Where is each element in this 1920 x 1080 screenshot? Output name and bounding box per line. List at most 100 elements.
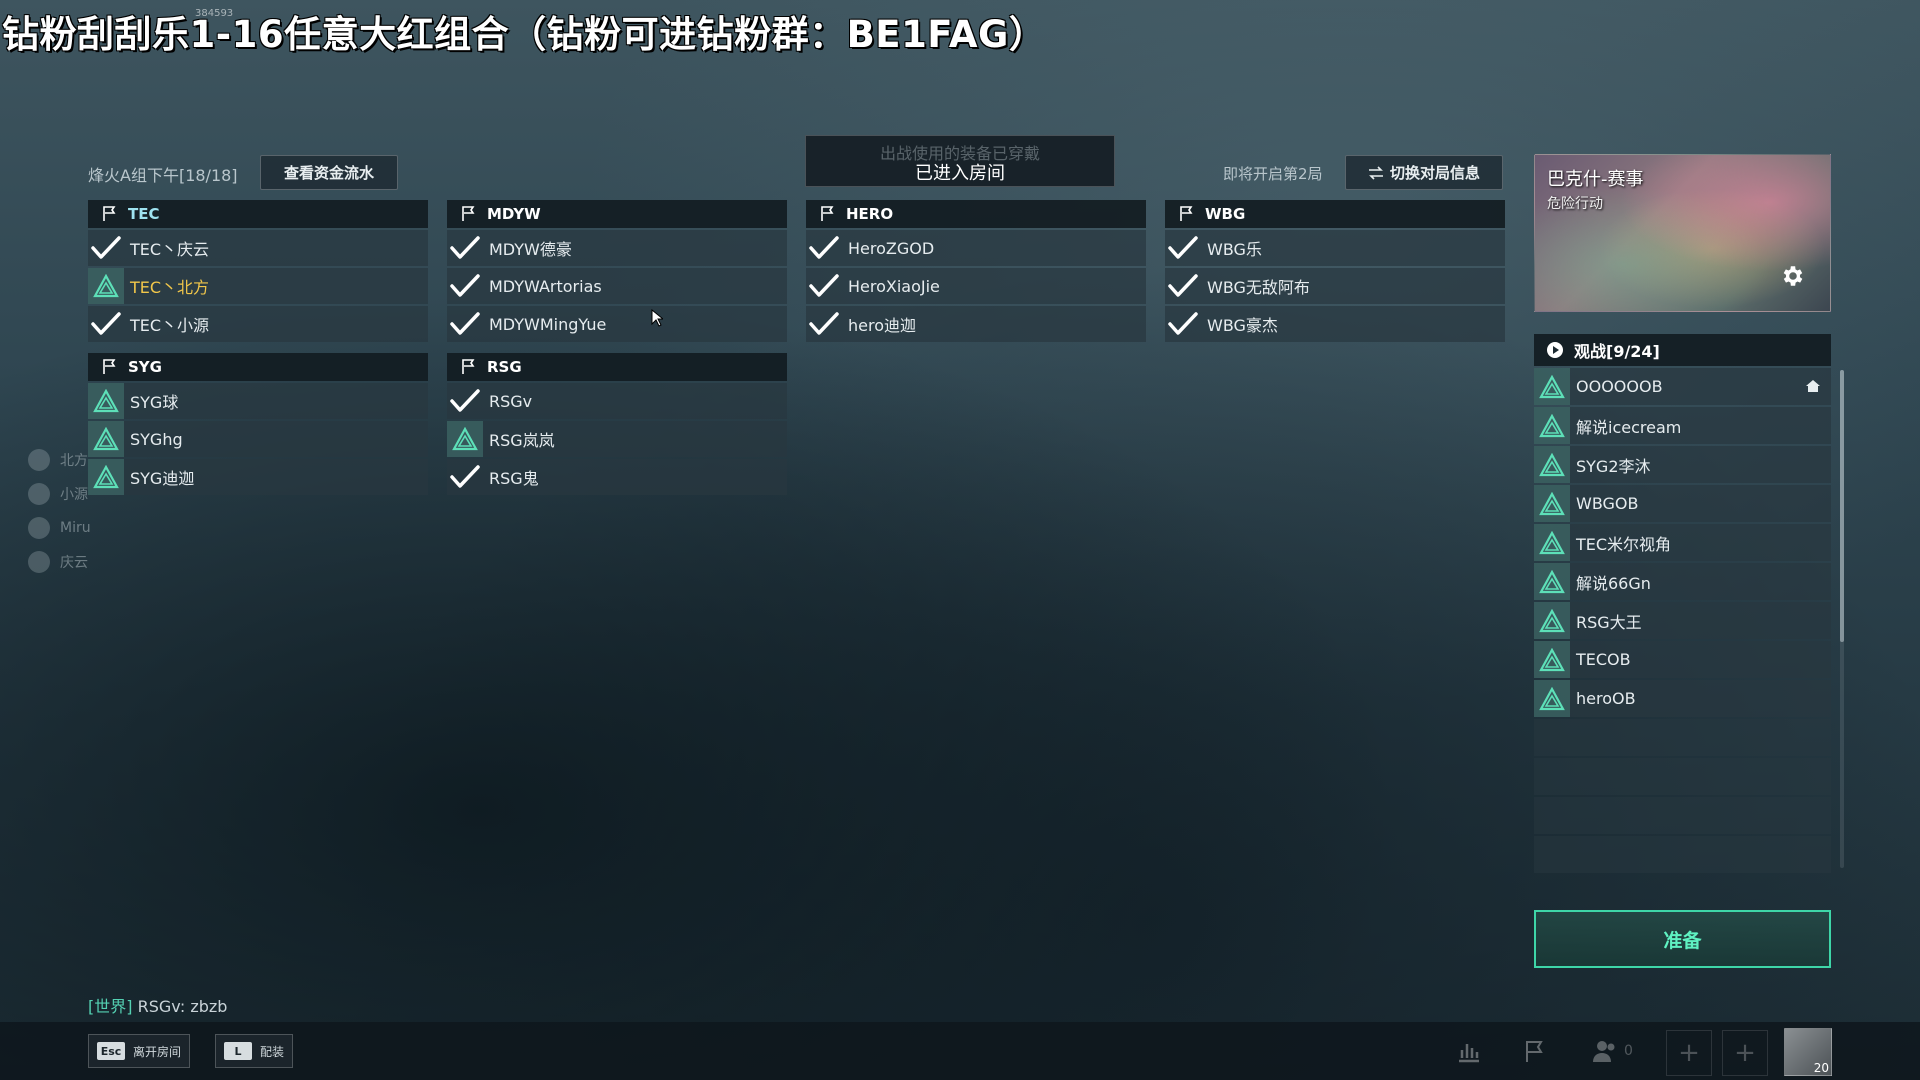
- player-name: MDYWArtorias: [489, 276, 602, 296]
- stats-icon[interactable]: [1456, 1038, 1482, 1064]
- leave-room-button[interactable]: Esc 离开房间: [88, 1034, 191, 1068]
- spectator-row[interactable]: TECOB: [1534, 641, 1831, 678]
- spectator-rank: [1534, 563, 1570, 600]
- spectator-name: heroOB: [1576, 689, 1636, 708]
- player-name: TEC丶小源: [130, 316, 210, 335]
- voice-avatar: [28, 449, 50, 471]
- player-name: HeroZGOD: [848, 238, 935, 258]
- ready-status: [1165, 306, 1201, 342]
- chat-channel: [世界]: [88, 997, 133, 1016]
- loadout-button[interactable]: L 配装: [215, 1034, 294, 1068]
- team-flag-icon: [462, 359, 475, 374]
- spectator-rank: [1534, 485, 1570, 522]
- player-row[interactable]: WBG乐: [1165, 230, 1505, 266]
- esc-keycap: Esc: [97, 1042, 125, 1060]
- flag-icon[interactable]: [1522, 1038, 1548, 1064]
- check-icon: [809, 274, 839, 297]
- friends-icon: [1593, 1041, 1615, 1062]
- triangle-rank-icon: [93, 389, 119, 413]
- team-name: WBG: [1205, 205, 1246, 223]
- spectator-row[interactable]: TEC米尔视角: [1534, 524, 1831, 561]
- player-row[interactable]: RSG鬼: [447, 459, 787, 495]
- voice-avatar: [28, 517, 50, 539]
- player-name: WBG豪杰: [1207, 316, 1278, 335]
- player-row[interactable]: SYG球: [88, 383, 428, 419]
- voice-chat-list: 北方 小源 Miru 庆云: [28, 443, 91, 579]
- player-row[interactable]: HeroXiaoJie: [806, 268, 1146, 304]
- spectator-row[interactable]: 解说icecream: [1534, 407, 1831, 444]
- spectator-row[interactable]: RSG大王: [1534, 602, 1831, 639]
- spectator-row[interactable]: OOOOOOB: [1534, 368, 1831, 405]
- avatar[interactable]: 20: [1784, 1028, 1832, 1076]
- ready-status: [88, 230, 124, 266]
- player-row[interactable]: hero迪迦: [806, 306, 1146, 342]
- team-name: RSG: [487, 358, 522, 376]
- player-row[interactable]: HeroZGOD: [806, 230, 1146, 266]
- check-icon: [450, 312, 480, 335]
- player-row[interactable]: SYGhg: [88, 421, 428, 457]
- spectator-row[interactable]: WBGOB: [1534, 485, 1831, 522]
- player-row[interactable]: RSG岚岚: [447, 421, 787, 457]
- not-ready-status: [88, 383, 124, 419]
- team-name: HERO: [846, 205, 894, 223]
- player-name: RSGv: [489, 391, 533, 411]
- player-row[interactable]: RSGv: [447, 383, 787, 419]
- map-card: 巴克什-赛事 危险行动: [1534, 154, 1831, 312]
- team-name: SYG: [128, 358, 162, 376]
- view-funds-button[interactable]: 查看资金流水: [260, 155, 398, 190]
- voice-member: 庆云: [28, 545, 91, 579]
- triangle-rank-icon: [1539, 569, 1565, 593]
- player-row[interactable]: WBG无敌阿布: [1165, 268, 1505, 304]
- triangle-rank-icon: [93, 274, 119, 298]
- team-header: WBG: [1165, 200, 1505, 228]
- triangle-rank-icon: [93, 427, 119, 451]
- friends-indicator[interactable]: 0: [1592, 1038, 1633, 1064]
- player-row[interactable]: TEC丶小源: [88, 306, 428, 342]
- team-panel-rsg: RSG RSGv RSG岚岚 RSG鬼: [447, 353, 787, 497]
- player-level: 20: [1813, 1061, 1829, 1075]
- player-row[interactable]: MDYWMingYue: [447, 306, 787, 342]
- triangle-rank-icon: [1539, 374, 1565, 398]
- check-icon: [450, 274, 480, 297]
- check-icon: [91, 236, 121, 259]
- map-mode: 危险行动: [1547, 196, 1603, 212]
- chat-text: RSGv: zbzb: [137, 997, 228, 1016]
- spectator-name: SYG2李沐: [1576, 456, 1651, 476]
- room-name: 烽火A组下午[18/18]: [88, 166, 238, 185]
- spectator-row[interactable]: SYG2李沐: [1534, 446, 1831, 483]
- switch-match-info-button[interactable]: 切换对局信息: [1345, 155, 1503, 190]
- player-row[interactable]: MDYWArtorias: [447, 268, 787, 304]
- spectator-empty-slot: [1534, 719, 1831, 756]
- spectator-empty-slot: [1534, 758, 1831, 795]
- spectator-header: 观战[9/24]: [1534, 334, 1831, 366]
- player-row[interactable]: SYG迪迦: [88, 459, 428, 495]
- player-name: MDYWMingYue: [489, 314, 607, 334]
- player-name: WBG乐: [1207, 240, 1262, 259]
- ready-status: [88, 306, 124, 342]
- add-slot-button[interactable]: +: [1666, 1030, 1712, 1076]
- ready-button[interactable]: 准备: [1534, 910, 1831, 968]
- leave-room-label: 离开房间: [133, 1044, 182, 1059]
- player-row[interactable]: TEC丶庆云: [88, 230, 428, 266]
- spectator-rank: [1534, 641, 1570, 678]
- player-row[interactable]: TEC丶北方: [88, 268, 428, 304]
- gear-icon[interactable]: [1780, 263, 1806, 289]
- team-header: TEC: [88, 200, 428, 228]
- spectator-name: RSG大王: [1576, 612, 1642, 632]
- play-circle-icon: [1547, 342, 1563, 358]
- spectator-scrollbar[interactable]: [1840, 370, 1844, 642]
- spectator-row[interactable]: heroOB: [1534, 680, 1831, 717]
- player-row[interactable]: MDYW德豪: [447, 230, 787, 266]
- spectator-rank: [1534, 368, 1570, 405]
- player-name: WBG无敌阿布: [1207, 278, 1310, 297]
- notice-main-text: 已进入房间: [915, 163, 1005, 184]
- player-name: TEC丶北方: [130, 278, 210, 297]
- player-row[interactable]: WBG豪杰: [1165, 306, 1505, 342]
- player-name: MDYW德豪: [489, 240, 572, 259]
- team-panel-wbg: WBG WBG乐 WBG无敌阿布 WBG豪杰: [1165, 200, 1505, 344]
- not-ready-status: [88, 268, 124, 304]
- spectator-row[interactable]: 解说66Gn: [1534, 563, 1831, 600]
- team-panel-syg: SYG SYG球 SYGhg SYG迪迦: [88, 353, 428, 497]
- player-name: hero迪迦: [848, 316, 917, 335]
- add-slot-button[interactable]: +: [1722, 1030, 1768, 1076]
